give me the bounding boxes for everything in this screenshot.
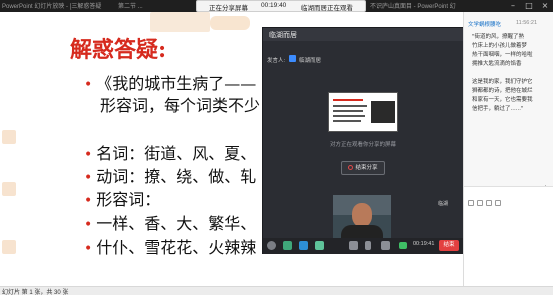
video-label: 临湖	[437, 201, 448, 207]
chat-message-line: 狮都都的诗，把他在城烂	[472, 88, 533, 94]
avatar	[289, 55, 296, 62]
window-title: 不识庐山真面目 - PowerPoint 幻	[370, 4, 456, 10]
slide-decoration	[2, 240, 16, 254]
share-hint: 对方正在观看你分享的屏幕	[329, 142, 396, 148]
video-icon[interactable]	[349, 241, 358, 250]
slide-bullet: • 名词：街道、风、夏、	[84, 140, 256, 164]
bullet-icon: •	[84, 147, 93, 163]
chat-time: 11:56:21	[516, 20, 538, 26]
meeting-title: 临湖而居	[269, 32, 297, 39]
share-timer: 00:19:40	[261, 2, 287, 9]
slide-text: 什仆、雪花花、火辣辣	[96, 238, 257, 257]
slide-bullet: • 动词：撩、绕、做、轧	[84, 163, 256, 187]
share-status: 正在分享屏幕	[209, 5, 248, 12]
preview-line	[333, 120, 361, 122]
preview-line	[333, 99, 363, 101]
chat-message-line: 这是我的家，我们守护它	[472, 79, 533, 85]
whiteboard-icon[interactable]	[299, 241, 308, 250]
meeting-window[interactable]: 临湖而居 发言人: 临湖而居 对方正在观看你分享的屏幕 结束分享 临湖 00:1…	[262, 27, 464, 254]
emoji-icon[interactable]	[468, 200, 474, 206]
slide-text: 形容词，每个词类不少	[100, 96, 261, 115]
meeting-timer: 00:19:41	[413, 241, 435, 247]
folder-icon[interactable]	[486, 200, 492, 206]
chat-message-line: "街道的风，撩醒了熟	[472, 34, 525, 40]
slide-counter: 幻灯片 第 1 张，共 30 张	[2, 290, 69, 295]
slide-text: 形容词：	[96, 190, 161, 209]
video-tile[interactable]	[333, 195, 391, 241]
share-preview	[328, 92, 398, 132]
stop-share-label: 结束分享	[355, 165, 378, 171]
slide-bullet: • 什仆、雪花花、火辣辣	[84, 234, 256, 258]
slide-text: 名词：街道、风、夏、	[96, 144, 257, 163]
chat-message-line: 和家有一天，它也需要我	[472, 97, 533, 103]
speaker-name: 临湖而居	[299, 58, 322, 64]
chat-icon[interactable]	[315, 241, 324, 250]
slide-bullet: • 形容词：	[84, 186, 160, 210]
chat-toolbar	[468, 191, 548, 206]
slide-line: 形容词，每个词类不少	[100, 92, 260, 116]
speaker-label: 发言人:	[267, 58, 286, 64]
minimize-icon[interactable]: –	[505, 0, 521, 12]
stop-share-button[interactable]: 结束分享	[341, 161, 385, 175]
slide-text: 一样、香、大、繁华、	[96, 214, 257, 233]
slide-decoration	[2, 182, 16, 196]
share-viewer-status: 临湖而居正在观看	[301, 5, 353, 12]
bullet-icon: •	[84, 193, 93, 209]
microphone-icon[interactable]	[365, 241, 371, 250]
bullet-icon: •	[84, 217, 93, 233]
bullet-icon: •	[84, 241, 93, 257]
share-screen-icon[interactable]	[283, 241, 292, 250]
slide-decoration	[150, 12, 210, 32]
slide-text: 《我的城市生病了——	[96, 74, 257, 93]
end-meeting-button[interactable]: 结束	[439, 240, 459, 251]
signal-icon	[399, 242, 407, 249]
participant-face	[352, 203, 372, 227]
slide-title: 解惑答疑:	[70, 37, 167, 63]
record-icon[interactable]	[267, 241, 276, 250]
slide-text: 动词：撩、绕、做、轧	[96, 167, 257, 186]
stop-icon	[348, 165, 354, 170]
chat-sender[interactable]: 文学蜗根腰吃	[468, 20, 501, 28]
slide-decoration	[2, 130, 16, 144]
chat-message-line: 热干面咽咽，一样的哈啦	[472, 52, 533, 58]
scissors-icon[interactable]	[477, 200, 483, 206]
bullet-icon: •	[84, 170, 93, 186]
meeting-header[interactable]: 临湖而居	[263, 28, 463, 41]
preview-line	[333, 115, 365, 117]
chat-message-line: 拥推大匙流滴的馅香	[472, 61, 522, 67]
preview-line	[333, 110, 363, 112]
slide-bullet: • 一样、香、大、繁华、	[84, 210, 256, 234]
screen-share-bar[interactable]: 正在分享屏幕 00:19:40 临湖而居正在观看	[196, 0, 366, 12]
image-icon[interactable]	[495, 200, 501, 206]
slide-bullet: • 《我的城市生病了——	[84, 70, 256, 94]
close-icon[interactable]: ×	[537, 0, 553, 12]
volume-icon[interactable]	[381, 241, 390, 250]
meeting-toolbar: 00:19:41 结束	[263, 238, 463, 254]
tab-label[interactable]: 第二节 ...	[118, 1, 143, 10]
preview-window	[371, 101, 395, 123]
slide-decoration	[210, 16, 250, 30]
preview-line	[333, 105, 367, 107]
status-bar: 幻灯片 第 1 张，共 30 张	[0, 286, 553, 295]
chat-message-line: 信把手，躺过了......"	[472, 106, 524, 112]
chat-message-line: 竹床上的小孩儿做着梦	[472, 43, 528, 49]
chat-panel: 文学蜗根腰吃 11:56:21 "街道的风，撩醒了熟 竹床上的小孩儿做着梦 热干…	[463, 12, 553, 286]
chat-input[interactable]	[464, 186, 553, 286]
app-title: PowerPoint 幻灯片放映 - [三解惑答疑	[2, 4, 102, 10]
maximize-icon[interactable]: □	[521, 0, 537, 12]
bullet-icon: •	[84, 77, 93, 93]
